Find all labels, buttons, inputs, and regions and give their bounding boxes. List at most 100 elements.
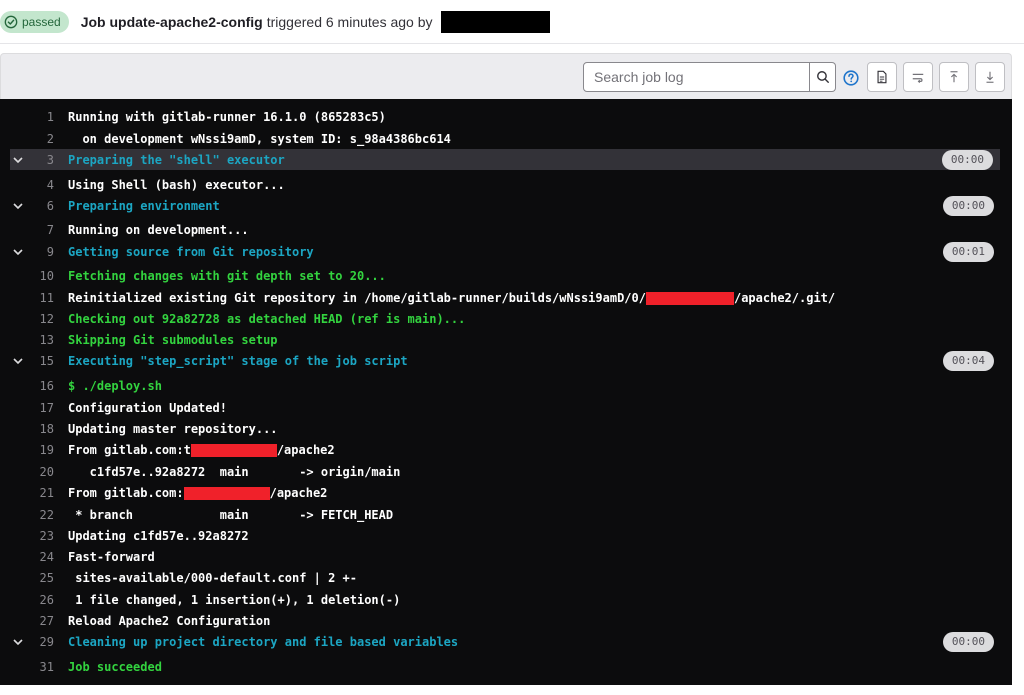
log-text: c1fd57e..92a8272 main -> origin/main: [68, 464, 401, 479]
line-number[interactable]: 16: [30, 379, 54, 393]
search-box: [583, 62, 836, 92]
log-text: on development wNssi9amD, system ID: s_9…: [68, 131, 451, 146]
log-text: Running on development...: [68, 222, 249, 237]
log-text-part: /apache2: [276, 442, 335, 457]
log-line: 12 Checking out 92a82728 as detached HEA…: [0, 308, 1012, 329]
log-line: 23 Updating c1fd57e..92a8272: [0, 525, 1012, 546]
line-number[interactable]: 21: [30, 486, 54, 500]
log-section-header[interactable]: 3 Preparing the "shell" executor 00:00: [10, 149, 1000, 170]
line-number[interactable]: 31: [30, 660, 54, 674]
line-number[interactable]: 3: [30, 153, 54, 167]
line-number[interactable]: 2: [30, 132, 54, 146]
section-duration-badge: 00:04: [942, 350, 994, 371]
log-line: 16 $ ./deploy.sh: [0, 375, 1012, 396]
log-line: 11 Reinitialized existing Git repository…: [0, 287, 1012, 308]
scroll-top-icon: [950, 71, 958, 83]
line-number[interactable]: 12: [30, 312, 54, 326]
chevron-down-icon[interactable]: [12, 246, 24, 258]
section-title: Getting source from Git repository: [68, 244, 314, 259]
line-number[interactable]: 23: [30, 529, 54, 543]
log-text: sites-available/000-default.conf | 2 +-: [68, 570, 357, 585]
line-number[interactable]: 4: [30, 178, 54, 192]
log-text: Configuration Updated!: [68, 400, 227, 415]
scroll-bottom-icon: [986, 71, 994, 83]
line-number[interactable]: 6: [30, 199, 54, 213]
log-text-part: From gitlab.com:: [68, 485, 184, 500]
line-number[interactable]: 9: [30, 245, 54, 259]
search-input[interactable]: [583, 62, 810, 92]
scroll-to-top-button[interactable]: [939, 62, 969, 92]
line-number[interactable]: 24: [30, 550, 54, 564]
section-title: Executing "step_script" stage of the job…: [68, 353, 408, 368]
log-line: 25 sites-available/000-default.conf | 2 …: [0, 567, 1012, 588]
log-text: Updating c1fd57e..92a8272: [68, 528, 249, 543]
chevron-down-icon[interactable]: [12, 636, 24, 648]
line-number[interactable]: 13: [30, 333, 54, 347]
log-text: Updating master repository...: [68, 421, 278, 436]
log-text: Fetching changes with git depth set to 2…: [68, 268, 386, 283]
log-text: Skipping Git submodules setup: [68, 332, 278, 347]
log-text-part: /apache2/.git/: [733, 290, 836, 305]
job-meta: triggered 6 minutes ago by: [266, 13, 433, 30]
line-number[interactable]: 27: [30, 614, 54, 628]
section-duration-badge: 00:00: [942, 631, 994, 652]
line-number[interactable]: 10: [30, 269, 54, 283]
log-line: 21 From gitlab.com: /apache2: [0, 482, 1012, 503]
log-text: Running with gitlab-runner 16.1.0 (86528…: [68, 109, 386, 124]
wrap-lines-button[interactable]: [903, 62, 933, 92]
log-line: 2 on development wNssi9amD, system ID: s…: [0, 128, 1012, 149]
chevron-down-icon[interactable]: [12, 355, 24, 367]
line-number[interactable]: 17: [30, 401, 54, 415]
log-line: 13 Skipping Git submodules setup: [0, 329, 1012, 350]
status-label: passed: [22, 14, 61, 29]
log-text-part: From gitlab.com:t: [68, 442, 191, 457]
log-text: From gitlab.com:t/apache2: [68, 443, 335, 457]
log-section-header[interactable]: 29 Cleaning up project directory and fil…: [0, 631, 1012, 652]
show-raw-log-button[interactable]: [867, 62, 897, 92]
line-number[interactable]: 7: [30, 223, 54, 237]
log-line: 7 Running on development...: [0, 219, 1012, 240]
log-line: 10 Fetching changes with git depth set t…: [0, 265, 1012, 286]
line-number[interactable]: 22: [30, 508, 54, 522]
help-icon[interactable]: [843, 70, 859, 86]
redacted-user: [440, 10, 550, 33]
log-text: Checking out 92a82728 as detached HEAD (…: [68, 311, 466, 326]
log-line: 17 Configuration Updated!: [0, 397, 1012, 418]
scroll-to-bottom-button[interactable]: [975, 62, 1005, 92]
log-line: 19 From gitlab.com:t/apache2: [0, 439, 1012, 460]
section-title: Cleaning up project directory and file b…: [68, 634, 459, 649]
log-line: 4 Using Shell (bash) executor...: [0, 174, 1012, 195]
line-number[interactable]: 1: [30, 110, 54, 124]
line-number[interactable]: 15: [30, 354, 54, 368]
line-number[interactable]: 29: [30, 635, 54, 649]
log-text-part: Reinitialized existing Git repository in…: [68, 290, 646, 305]
job-name: Job update-apache2-config: [80, 13, 263, 30]
redacted-namespace: [190, 443, 277, 457]
job-header: passed Job update-apache2-config trigger…: [0, 0, 1024, 44]
log-section-header[interactable]: 9 Getting source from Git repository 00:…: [0, 241, 1012, 262]
job-log: 1 Running with gitlab-runner 16.1.0 (865…: [0, 99, 1012, 685]
chevron-down-icon[interactable]: [12, 154, 24, 166]
section-duration-badge: 00:01: [942, 241, 994, 262]
log-line: 26 1 file changed, 1 insertion(+), 1 del…: [0, 589, 1012, 610]
log-text: Job succeeded: [68, 659, 162, 674]
line-number[interactable]: 25: [30, 571, 54, 585]
chevron-down-icon[interactable]: [12, 200, 24, 212]
log-section-header[interactable]: 15 Executing "step_script" stage of the …: [0, 350, 1012, 371]
search-button[interactable]: [810, 62, 836, 92]
line-number[interactable]: 18: [30, 422, 54, 436]
log-line: 22 * branch main -> FETCH_HEAD: [0, 504, 1012, 525]
raw-log-icon: [877, 70, 887, 84]
section-duration-badge: 00:00: [942, 195, 994, 216]
line-number[interactable]: 26: [30, 593, 54, 607]
redacted-path: [645, 291, 734, 305]
search-icon: [816, 71, 829, 83]
log-section-header[interactable]: 6 Preparing environment 00:00: [0, 195, 1012, 216]
line-number[interactable]: 19: [30, 443, 54, 457]
line-number[interactable]: 20: [30, 465, 54, 479]
status-badge[interactable]: passed: [0, 10, 69, 33]
log-text: Reinitialized existing Git repository in…: [68, 291, 835, 305]
line-number[interactable]: 11: [30, 291, 54, 305]
log-line: 24 Fast-forward: [0, 546, 1012, 567]
log-line: 18 Updating master repository...: [0, 418, 1012, 439]
